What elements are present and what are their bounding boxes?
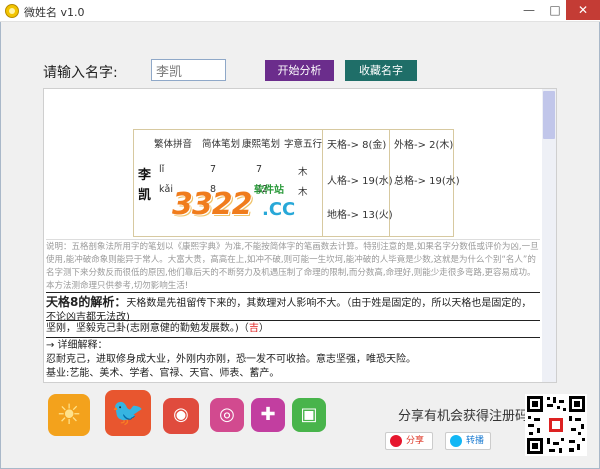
- maximize-button[interactable]: □: [541, 0, 569, 20]
- analysis-gua-text: 坚刚，坚毅克己卦(志刚意健的勤勉发展数。)（: [46, 323, 249, 334]
- char-li: 李: [138, 168, 152, 183]
- watermark-logo: 3322: [172, 187, 252, 222]
- luck-badge: 吉: [248, 323, 259, 334]
- scroll-thumb[interactable]: [543, 91, 555, 139]
- name-input[interactable]: [151, 59, 226, 81]
- share-weibo-button[interactable]: 分享: [385, 432, 433, 450]
- browser-app-tile[interactable]: ◎: [210, 398, 244, 432]
- sun-icon: ☀: [56, 398, 82, 431]
- analysis-title: 天格8的解析：: [46, 295, 127, 309]
- browser-icon: ◎: [219, 404, 235, 425]
- analysis-detail: → 详细解释： 忍耐克己，进取修身成大业，外刚内亦刚，恐一发不可收拾。意志坚强，…: [46, 337, 540, 381]
- sun-app-tile[interactable]: ☀: [48, 394, 90, 436]
- detail-line-1: 忍耐克己，进取修身成大业，外刚内亦刚，恐一发不可收拾。意志坚强，唯恐天险。: [46, 354, 416, 365]
- result-panel: 繁体拼音 简体笔划 康熙笔划 字意五行 李 lǐ 7 7 木 凯 kǎi 8 1…: [43, 88, 557, 383]
- share-weibo-label: 分享: [406, 436, 425, 446]
- char-kai-pinyin: kǎi: [159, 184, 173, 195]
- name-prompt-label: 请输入名字:: [43, 65, 118, 81]
- analysis-gua-end: ）: [258, 323, 269, 334]
- zong-ge: 总格-> 19(水): [394, 176, 460, 187]
- weibo-icon: [390, 435, 402, 447]
- qr-code-pattern: [525, 394, 587, 456]
- app-logo-icon: [5, 4, 19, 18]
- contact-card-icon: ▣: [300, 404, 318, 425]
- close-button[interactable]: ✕: [566, 0, 600, 20]
- header-wuxing: 字意五行: [284, 139, 323, 150]
- header-pinyin: 繁体拼音: [154, 139, 193, 150]
- game-app-tile[interactable]: ✚: [251, 398, 285, 432]
- minimize-button[interactable]: —: [515, 0, 543, 20]
- bird-icon: 🐦: [111, 398, 145, 428]
- watermark-domain: .CC: [262, 199, 296, 220]
- camera-app-tile[interactable]: ◉: [163, 398, 199, 434]
- camera-icon: ◉: [173, 404, 189, 425]
- bird-app-tile[interactable]: 🐦: [105, 390, 151, 436]
- window-title: 微姓名 v1.0: [24, 6, 85, 19]
- gamepad-icon: ✚: [260, 404, 276, 425]
- qr-code: [525, 394, 587, 456]
- description-text: 说明：五格剖象法所用字的笔划以《康熙字典》为准,不能按简体字的笔画数去计算。特别…: [46, 239, 540, 293]
- detail-header: → 详细解释：: [46, 340, 108, 351]
- header-kangxi-strokes: 康熙笔划: [242, 139, 281, 150]
- char-li-kangxi: 7: [256, 164, 263, 175]
- contact-app-tile[interactable]: ▣: [292, 398, 326, 432]
- char-li-pinyin: lǐ: [159, 164, 165, 175]
- share-promo-text: 分享有机会获得注册码: [398, 409, 529, 424]
- detail-line-2: 基业:艺能、美术、学者、官禄、天官、师表、蓄产。: [46, 368, 280, 379]
- char-kai-wuxing: 木: [298, 187, 308, 198]
- title-bar: 微姓名 v1.0 — □ ✕: [0, 0, 600, 22]
- share-qq-label: 转播: [466, 436, 485, 446]
- tian-ge: 天格-> 8(金): [327, 140, 387, 151]
- header-simple-strokes: 简体笔划: [202, 139, 241, 150]
- wai-ge: 外格-> 2(木): [394, 140, 454, 151]
- result-scrollbar[interactable]: [542, 89, 556, 382]
- char-kai: 凯: [138, 188, 152, 203]
- share-qq-button[interactable]: 转播: [445, 432, 491, 450]
- ren-ge: 人格-> 19(水): [327, 176, 393, 187]
- watermark-subtitle: 软件站: [254, 185, 284, 196]
- char-li-simple: 7: [210, 164, 217, 175]
- di-ge: 地格-> 13(火): [327, 210, 393, 221]
- collect-name-button[interactable]: 收藏名字: [345, 60, 417, 81]
- qq-weibo-icon: [450, 435, 462, 447]
- char-li-wuxing: 木: [298, 167, 308, 178]
- analysis-gua-row: 坚刚，坚毅克己卦(志刚意健的勤勉发展数。)（吉）: [46, 320, 540, 336]
- start-analysis-button[interactable]: 开始分析: [265, 60, 334, 81]
